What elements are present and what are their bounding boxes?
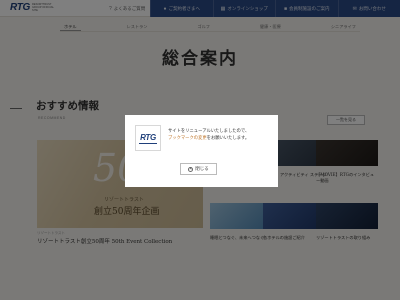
renewal-notice-modal: RTG サイトをリニューアルいたしましたので、 ブックマークの変更をお願いいたし… xyxy=(125,115,278,187)
modal-close-label: 閉じる xyxy=(195,166,209,171)
modal-logo-rule xyxy=(139,142,157,144)
modal-close-button[interactable]: × 閉じる xyxy=(180,163,217,175)
modal-message-line2: ブックマークの変更をお願いいたします。 xyxy=(168,135,249,141)
modal-message-rest: をお願いいたします。 xyxy=(206,136,250,141)
modal-logo-mark: RTG xyxy=(140,132,156,142)
close-icon: × xyxy=(188,166,194,172)
modal-message-accent: ブックマークの変更 xyxy=(168,136,207,141)
modal-logo: RTG xyxy=(135,125,161,151)
modal-message-line1: サイトをリニューアルいたしましたので、 xyxy=(168,129,250,134)
